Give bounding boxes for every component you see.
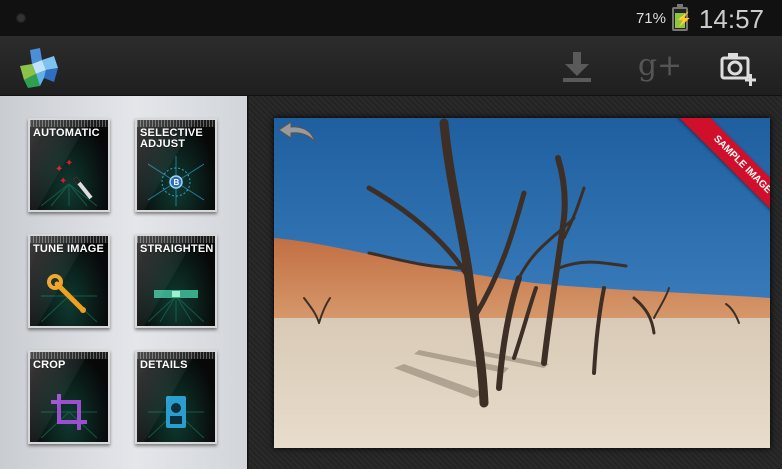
snapseed-logo-icon[interactable] bbox=[16, 46, 64, 90]
sample-photo[interactable] bbox=[274, 118, 770, 448]
tool-crop[interactable]: CROP bbox=[28, 350, 110, 444]
svg-text:✦: ✦ bbox=[59, 176, 67, 187]
download-icon[interactable] bbox=[556, 46, 598, 86]
notification-dot-icon bbox=[16, 13, 26, 23]
tool-label: SELECTIVE ADJUST bbox=[140, 127, 203, 150]
tool-label: DETAILS bbox=[140, 359, 188, 371]
tool-automatic[interactable]: AUTOMATIC ✦ ✦ ✦ bbox=[28, 118, 110, 212]
google-plus-icon[interactable]: g+ bbox=[636, 46, 684, 86]
svg-text:✦: ✦ bbox=[55, 164, 63, 175]
battery-percent: 71% bbox=[635, 10, 666, 27]
action-bar: g+ bbox=[0, 36, 782, 96]
level-icon bbox=[148, 290, 204, 322]
camera-add-icon[interactable] bbox=[718, 46, 760, 86]
tool-details[interactable]: DETAILS bbox=[135, 350, 217, 444]
wrench-icon bbox=[41, 274, 97, 322]
svg-text:✦: ✦ bbox=[65, 158, 73, 169]
tool-straighten[interactable]: STRAIGHTEN bbox=[135, 234, 217, 328]
undo-icon[interactable] bbox=[277, 116, 317, 146]
status-bar: 71% ⚡ 14:57 bbox=[0, 0, 782, 36]
svg-text:B: B bbox=[174, 178, 180, 187]
tool-label: TUNE IMAGE bbox=[33, 243, 105, 255]
control-point-icon: B bbox=[148, 156, 204, 206]
tools-panel: AUTOMATIC ✦ ✦ ✦ SELECTIVE ADJUST B TUNE … bbox=[0, 96, 248, 469]
battery-icon: ⚡ bbox=[672, 4, 692, 31]
tool-label: AUTOMATIC bbox=[33, 127, 100, 139]
tool-label: STRAIGHTEN bbox=[140, 243, 214, 255]
tool-tune-image[interactable]: TUNE IMAGE bbox=[28, 234, 110, 328]
magic-wand-icon: ✦ ✦ ✦ bbox=[41, 158, 97, 206]
clock: 14:57 bbox=[698, 4, 764, 34]
tool-selective-adjust[interactable]: SELECTIVE ADJUST B bbox=[135, 118, 217, 212]
tool-label: CROP bbox=[33, 359, 66, 371]
crop-icon bbox=[41, 394, 97, 438]
sharpener-icon bbox=[148, 396, 204, 438]
